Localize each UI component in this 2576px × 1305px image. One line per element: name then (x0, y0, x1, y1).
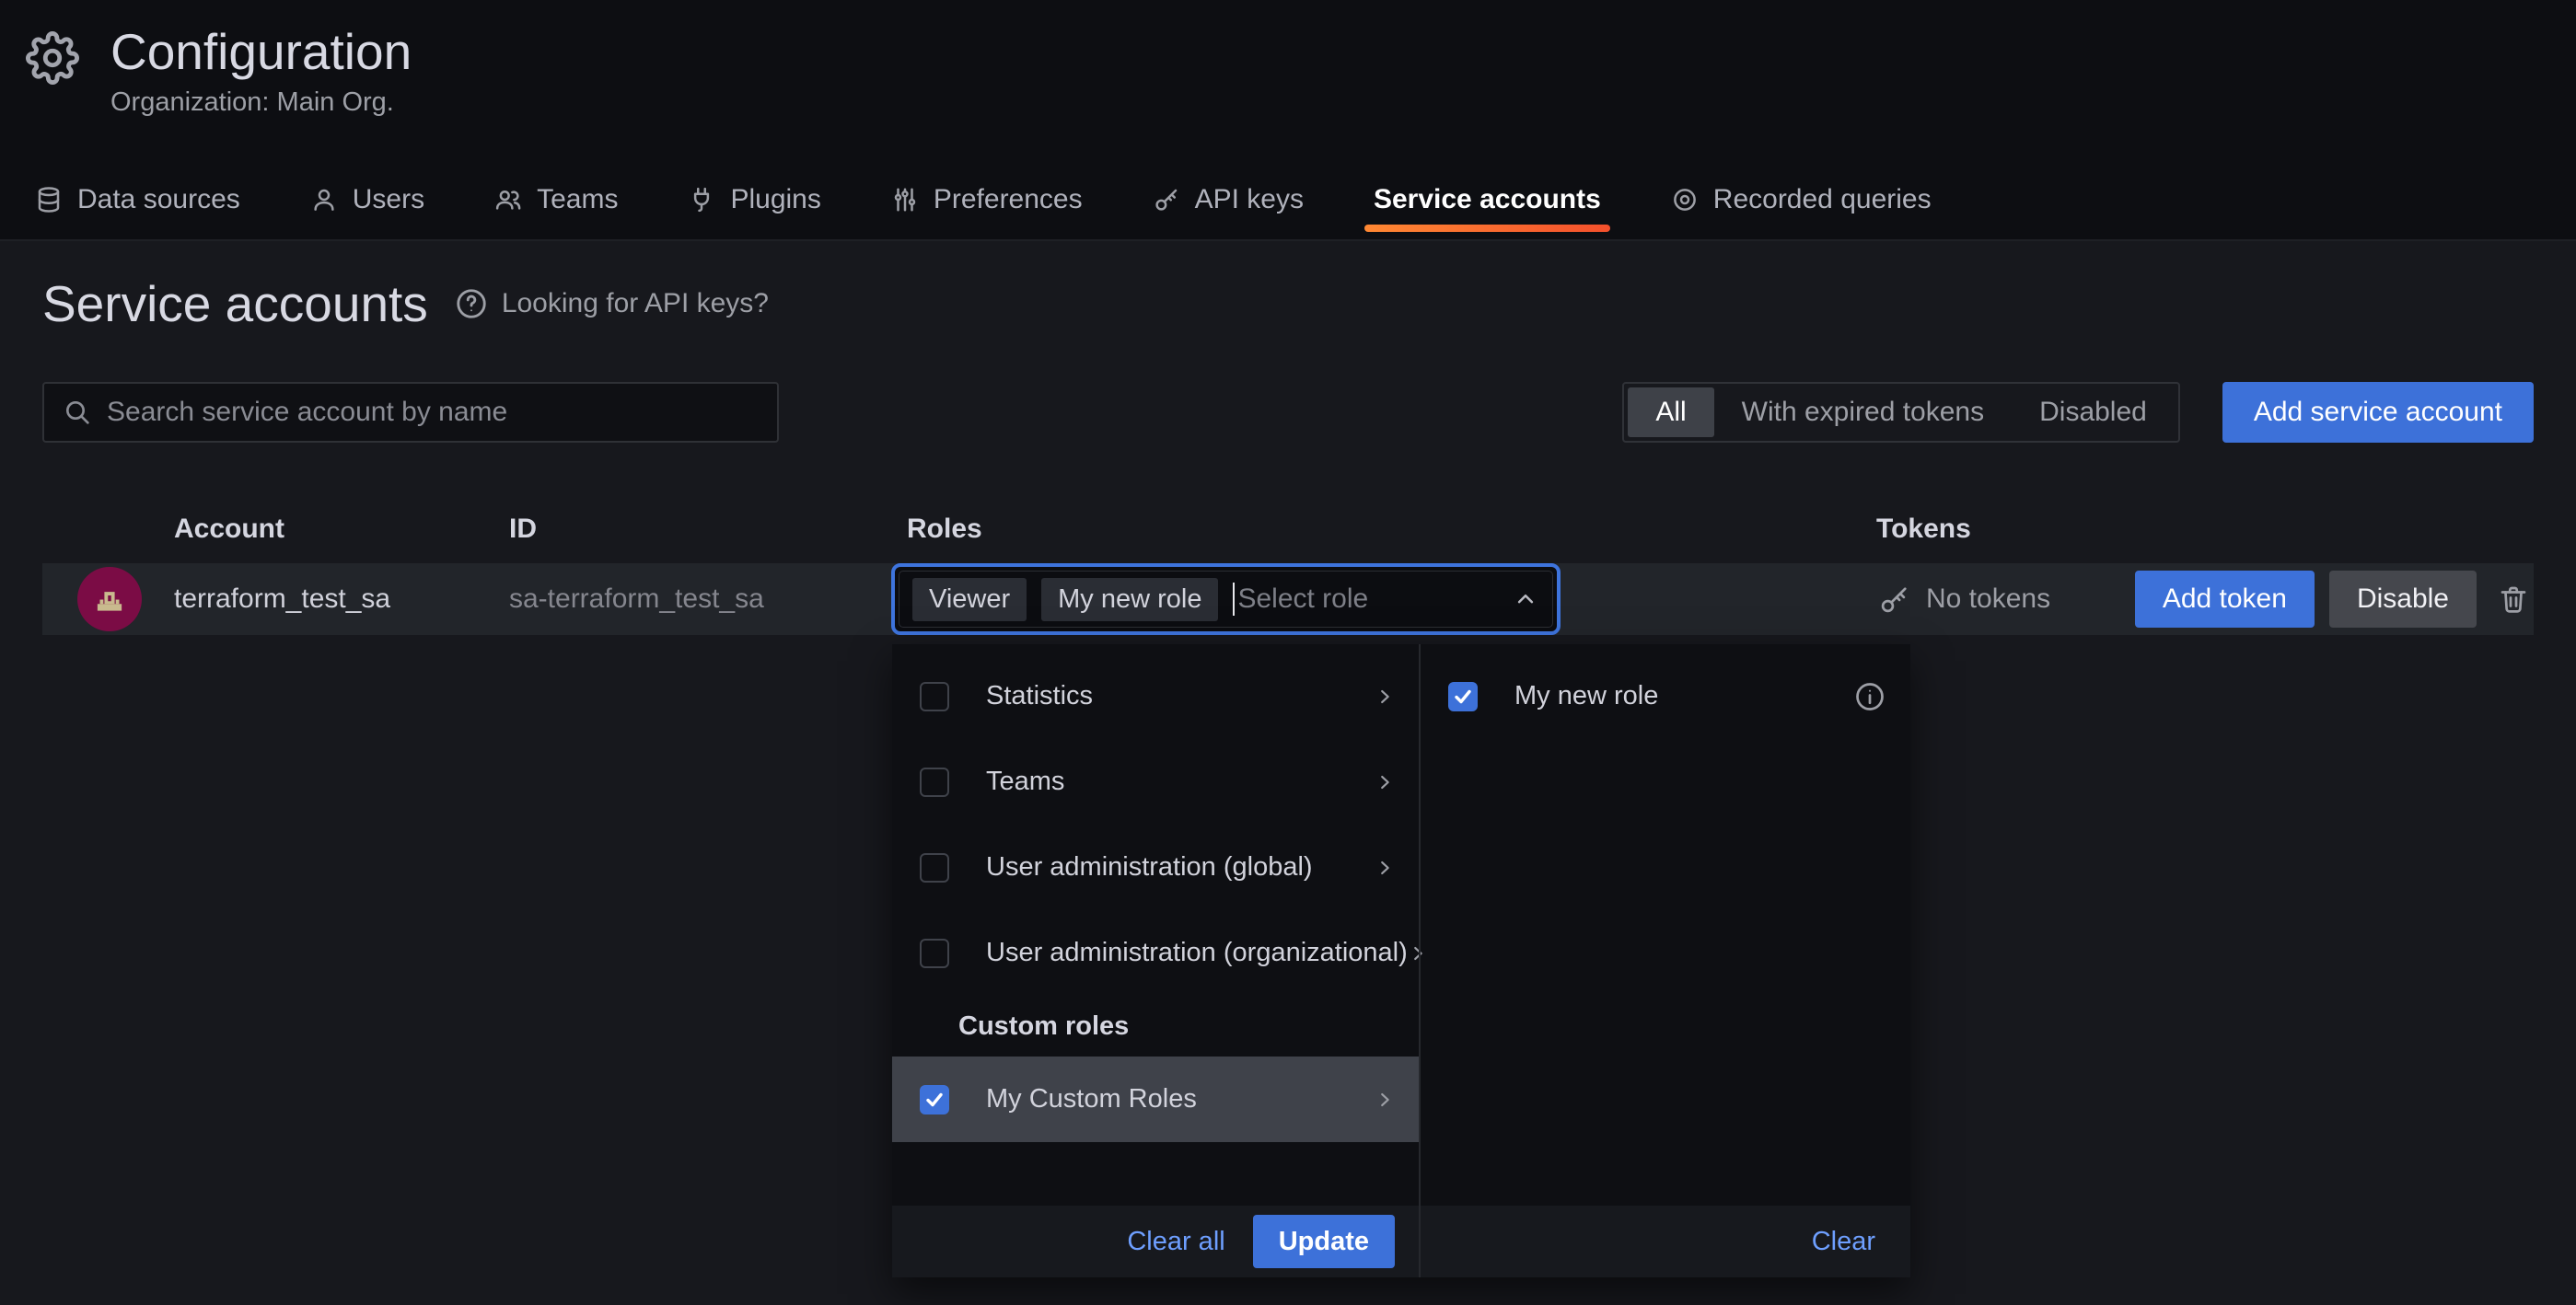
tab-label: Service accounts (1374, 184, 1601, 215)
role-item-my-new-role[interactable]: My new role (1421, 653, 1910, 739)
service-accounts-table: Account ID Roles Tokens (42, 497, 2534, 635)
page-header: Configuration Organization: Main Org. Da… (0, 0, 2576, 241)
clear-button[interactable]: Clear (1812, 1227, 1875, 1257)
add-service-account-button[interactable]: Add service account (2222, 382, 2534, 443)
tab-service-accounts[interactable]: Service accounts (1368, 166, 1607, 239)
checkbox-unchecked[interactable] (920, 939, 949, 968)
role-groups-panel: Statistics Teams User administration (gl… (892, 644, 1419, 1277)
add-token-button[interactable]: Add token (2135, 571, 2315, 628)
gear-icon (26, 31, 79, 85)
config-tabs: Data sources Users Teams (29, 166, 1937, 239)
role-chip-viewer[interactable]: Viewer (912, 578, 1027, 621)
role-group-user-admin-global[interactable]: User administration (global) (892, 825, 1419, 910)
tab-recorded-queries[interactable]: Recorded queries (1665, 166, 1937, 239)
role-picker[interactable]: Viewer My new role Select role (891, 563, 1561, 635)
users-icon (494, 186, 522, 214)
help-circle-icon (454, 286, 489, 321)
update-button[interactable]: Update (1253, 1215, 1395, 1268)
col-header-tokens: Tokens (1869, 514, 2131, 545)
custom-roles-section-title: Custom roles (892, 996, 1419, 1057)
role-menu-footer: Clear all Update (892, 1206, 1419, 1277)
role-group-my-custom-roles[interactable]: My Custom Roles (892, 1057, 1419, 1142)
tab-label: Users (353, 184, 424, 215)
checkbox-unchecked[interactable] (920, 853, 949, 883)
disable-button[interactable]: Disable (2329, 571, 2477, 628)
chevron-right-icon (1375, 1090, 1395, 1110)
account-id: sa-terraform_test_sa (509, 583, 907, 615)
menu-item-label: Teams (986, 767, 1064, 797)
tab-api-keys[interactable]: API keys (1147, 166, 1309, 239)
filter-disabled[interactable]: Disabled (2012, 387, 2175, 437)
tab-label: Plugins (730, 184, 820, 215)
record-icon (1671, 186, 1699, 214)
role-group-teams[interactable]: Teams (892, 739, 1419, 825)
key-icon (1153, 186, 1180, 214)
tokens-status: No tokens (1926, 583, 2050, 615)
tab-users[interactable]: Users (305, 166, 430, 239)
role-picker-dropdown: Statistics Teams User administration (gl… (892, 644, 1910, 1277)
clear-all-button[interactable]: Clear all (1127, 1227, 1224, 1257)
filter-with-expired-tokens[interactable]: With expired tokens (1714, 387, 2012, 437)
filter-all[interactable]: All (1628, 387, 1713, 437)
search-icon (63, 398, 92, 427)
text-caret (1233, 583, 1235, 616)
filter-radio-group: All With expired tokens Disabled (1622, 382, 2180, 443)
search-box (42, 382, 779, 443)
menu-item-label: My Custom Roles (986, 1084, 1197, 1114)
role-group-user-admin-org[interactable]: User administration (organizational) (892, 910, 1419, 996)
menu-item-label: My new role (1514, 681, 1658, 711)
tab-label: Recorded queries (1713, 184, 1932, 215)
menu-item-label: User administration (organizational) (986, 938, 1408, 968)
role-submenu-panel: My new role Clear (1419, 644, 1910, 1277)
info-icon[interactable] (1853, 680, 1886, 713)
role-select-placeholder[interactable]: Select role (1237, 583, 1368, 615)
checkbox-checked[interactable] (1448, 682, 1478, 711)
table-header-row: Account ID Roles Tokens (42, 497, 2534, 563)
plug-icon (688, 186, 715, 214)
help-text: Looking for API keys? (502, 288, 769, 319)
tab-label: Preferences (934, 184, 1083, 215)
search-input[interactable] (107, 397, 759, 428)
chevron-right-icon (1375, 687, 1395, 707)
tab-data-sources[interactable]: Data sources (29, 166, 246, 239)
role-chip-my-new-role[interactable]: My new role (1041, 578, 1218, 621)
section-title: Service accounts (42, 274, 428, 333)
token-key-icon (1878, 583, 1911, 616)
tab-plugins[interactable]: Plugins (682, 166, 826, 239)
tab-label: Data sources (77, 184, 240, 215)
page-subtitle: Organization: Main Org. (110, 87, 412, 118)
chevron-up-icon[interactable] (1512, 585, 1539, 613)
col-header-roles: Roles (907, 514, 1869, 545)
col-header-id: ID (509, 514, 907, 545)
checkbox-checked[interactable] (920, 1085, 949, 1114)
avatar (77, 567, 142, 631)
database-icon (35, 186, 63, 214)
chevron-right-icon (1375, 772, 1395, 792)
account-name[interactable]: terraform_test_sa (174, 583, 390, 615)
delete-button[interactable] (2497, 583, 2530, 616)
role-group-statistics[interactable]: Statistics (892, 653, 1419, 739)
tab-preferences[interactable]: Preferences (886, 166, 1088, 239)
col-header-account: Account (42, 514, 509, 545)
tab-teams[interactable]: Teams (489, 166, 623, 239)
chevron-right-icon (1375, 858, 1395, 878)
active-tab-underline (1364, 225, 1610, 232)
checkbox-unchecked[interactable] (920, 682, 949, 711)
role-submenu-footer: Clear (1421, 1206, 1910, 1277)
page-title: Configuration (110, 24, 412, 80)
menu-item-label: Statistics (986, 681, 1093, 711)
tab-label: Teams (537, 184, 618, 215)
user-icon (310, 186, 338, 214)
menu-item-label: User administration (global) (986, 852, 1313, 883)
table-row: terraform_test_sa sa-terraform_test_sa V… (42, 563, 2534, 635)
api-keys-help-link[interactable]: Looking for API keys? (454, 286, 769, 321)
tab-label: API keys (1195, 184, 1304, 215)
checkbox-unchecked[interactable] (920, 768, 949, 797)
sliders-icon (891, 186, 919, 214)
